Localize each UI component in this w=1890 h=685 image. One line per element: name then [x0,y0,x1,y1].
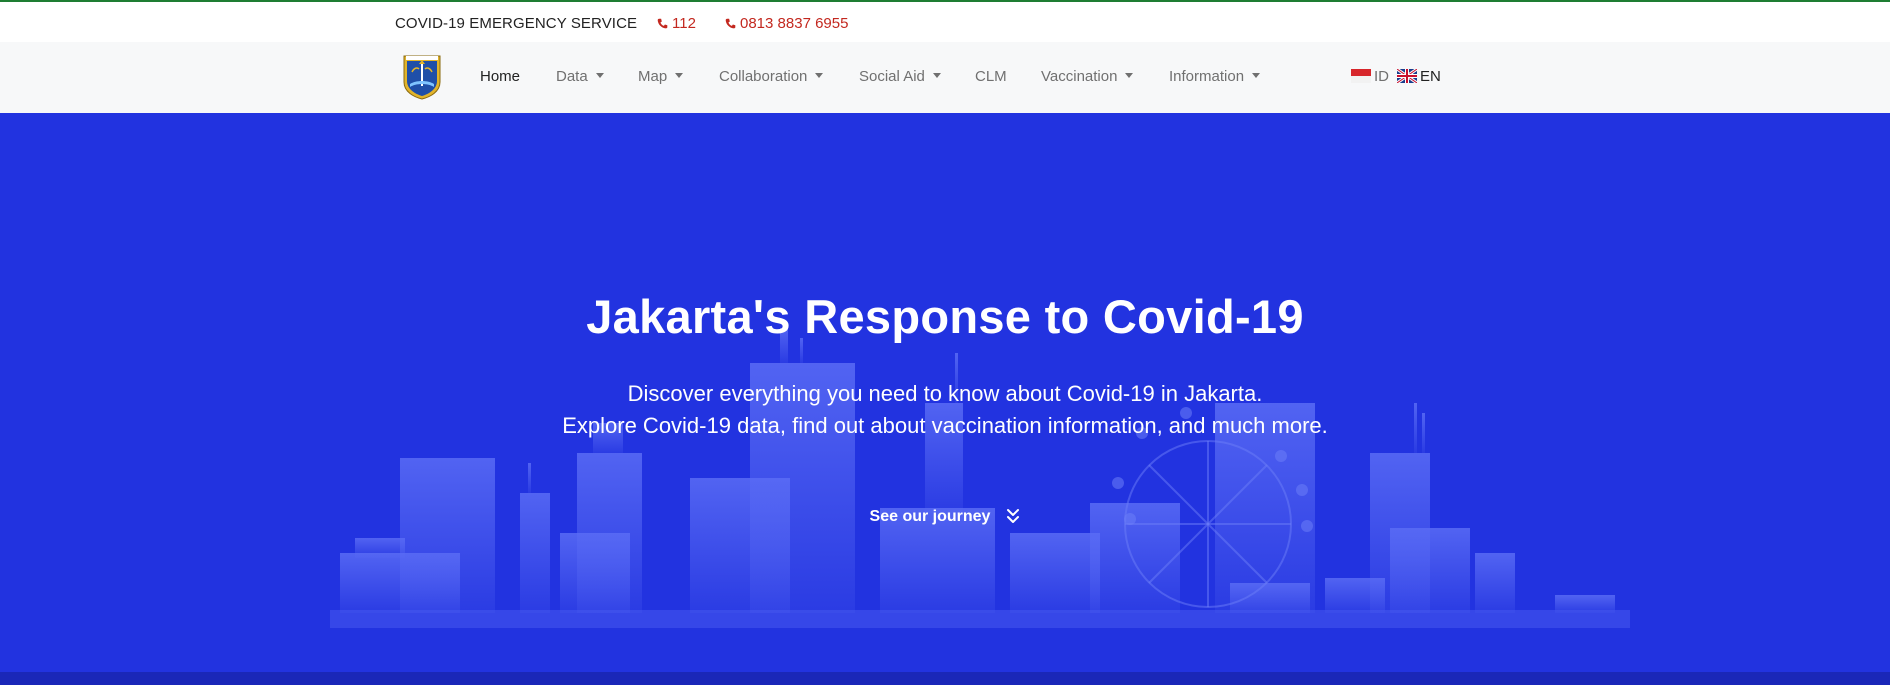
hero-subtitle-line-2: Explore Covid-19 data, find out about va… [562,413,1328,438]
hero-section: Jakarta's Response to Covid-19 Discover … [0,113,1890,672]
nav-item-social-aid[interactable]: Social Aid [859,68,941,85]
phone-link-hotline[interactable]: 0813 8837 6955 [725,15,848,32]
nav-label: Social Aid [859,68,925,85]
nav-item-clm[interactable]: CLM [975,68,1007,85]
nav-label: Collaboration [719,68,808,85]
phone-icon [657,18,668,29]
caret-down-icon [675,73,684,78]
nav-label: Map [638,68,668,85]
lang-switch-id[interactable]: ID [1351,68,1389,85]
phone-icon [725,18,736,29]
caret-down-icon [1125,73,1134,78]
double-chevron-down-icon [1007,509,1020,523]
emergency-service-label: COVID-19 EMERGENCY SERVICE [395,15,638,32]
see-our-journey-link[interactable]: See our journey [0,508,1890,526]
phone-number: 0813 8837 6955 [740,15,849,32]
phone-link-112[interactable]: 112 [657,15,696,32]
journey-label: See our journey [869,508,991,525]
nav-item-information[interactable]: Information [1169,68,1261,85]
nav-item-vaccination[interactable]: Vaccination [1041,68,1134,85]
lang-code: EN [1420,68,1441,85]
indonesia-flag-icon [1351,69,1371,83]
emergency-topbar: COVID-19 EMERGENCY SERVICE 112 0813 8837… [0,0,1890,42]
nav-item-data[interactable]: Data [556,68,604,85]
phone-number: 112 [672,15,696,32]
caret-down-icon [595,73,604,78]
jakarta-coat-of-arms-logo[interactable] [402,52,442,100]
hero-title: Jakarta's Response to Covid-19 [586,290,1304,343]
nav-label: Information [1169,68,1245,85]
caret-down-icon [1252,73,1261,78]
main-navbar: Home Data Map Collaboration Social Aid C… [0,42,1890,113]
nav-item-home[interactable]: Home [480,68,520,85]
uk-flag-icon [1397,69,1417,83]
nav-item-map[interactable]: Map [638,68,684,85]
caret-down-icon [815,73,824,78]
nav-item-collaboration[interactable]: Collaboration [719,68,824,85]
nav-label: Vaccination [1041,68,1118,85]
hero-bottom-band [0,672,1890,685]
nav-label: Data [556,68,588,85]
caret-down-icon [932,73,941,78]
lang-switch-en[interactable]: EN [1397,68,1441,85]
nav-label: CLM [975,68,1007,85]
hero-subtitle-line-1: Discover everything you need to know abo… [627,381,1263,406]
lang-code: ID [1374,68,1389,85]
nav-label: Home [480,68,521,85]
